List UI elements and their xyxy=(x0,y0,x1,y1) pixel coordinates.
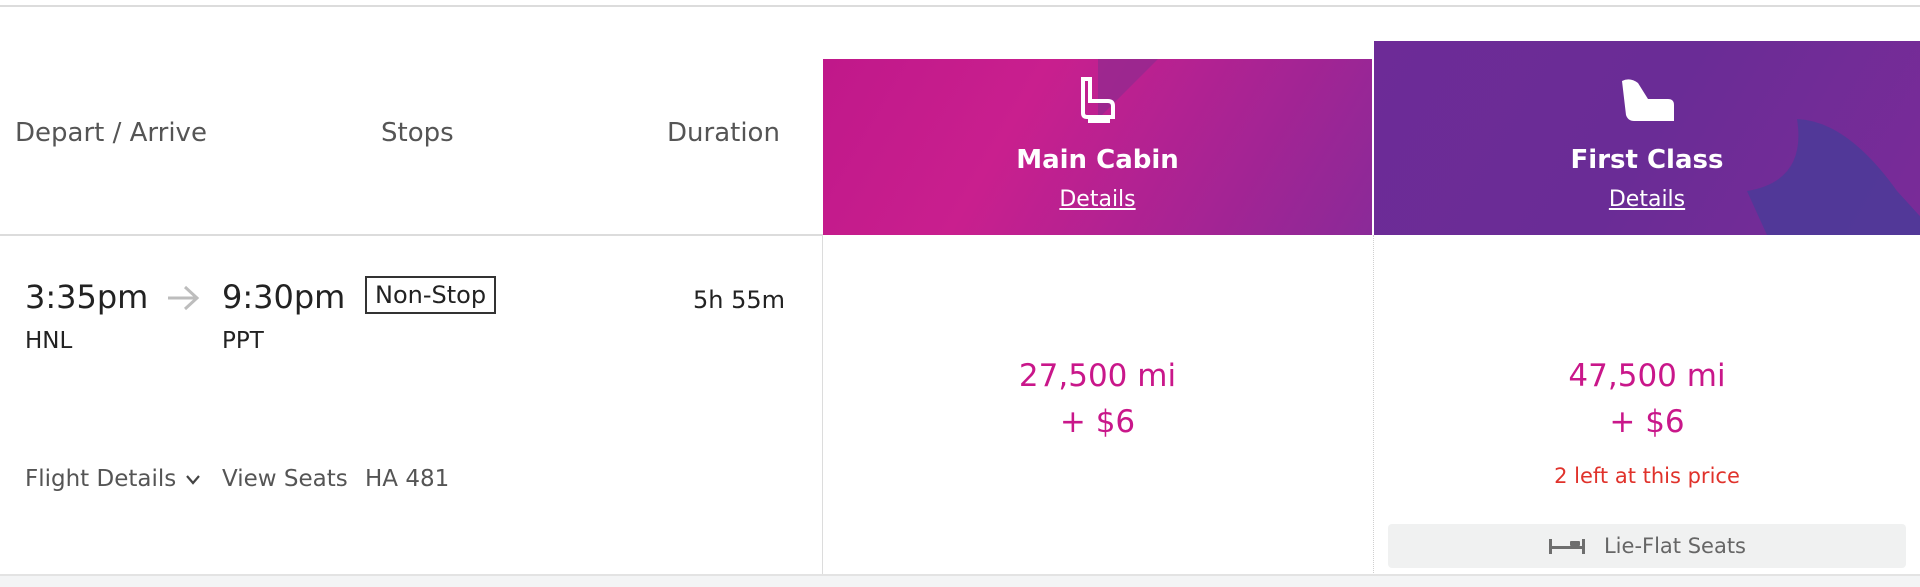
arrive-time: 9:30pm xyxy=(222,278,346,316)
chevron-down-icon xyxy=(185,474,200,485)
flight-details-toggle[interactable]: Flight Details xyxy=(25,466,200,492)
economy-seat-icon xyxy=(1080,77,1115,123)
main-cabin-fee: + $6 xyxy=(1059,404,1136,440)
depart-time: 3:35pm xyxy=(25,278,149,316)
arrow-right-icon xyxy=(168,285,200,311)
bottom-bar xyxy=(0,576,1920,587)
seats-left-notice: 2 left at this price xyxy=(1554,464,1740,488)
main-cabin-title: Main Cabin xyxy=(1016,145,1179,175)
header-depart-arrive: Depart / Arrive xyxy=(15,118,207,148)
view-seats-link[interactable]: View Seats xyxy=(222,466,348,492)
origin-airport: HNL xyxy=(25,328,73,354)
first-class-fee: + $6 xyxy=(1609,404,1685,440)
top-divider xyxy=(0,5,1920,7)
flight-number: HA 481 xyxy=(365,466,450,492)
main-cabin-miles: 27,500 mi xyxy=(1018,358,1177,394)
first-class-miles: 47,500 mi xyxy=(1568,358,1726,394)
header-divider xyxy=(0,234,823,236)
flight-duration: 5h 55m xyxy=(692,286,785,314)
first-class-details-link[interactable]: Details xyxy=(1374,187,1920,212)
bed-icon xyxy=(1548,539,1585,554)
lie-flat-badge: Lie-Flat Seats xyxy=(1388,524,1906,568)
lie-flat-label: Lie-Flat Seats xyxy=(1603,534,1747,558)
destination-airport: PPT xyxy=(222,328,264,354)
header-stops: Stops xyxy=(381,118,454,148)
first-class-seat-icon xyxy=(1622,79,1674,121)
main-cabin-details-link[interactable]: Details xyxy=(823,187,1372,212)
first-class-title: First Class xyxy=(1570,145,1724,175)
first-class-fare-cell[interactable]: 47,500 mi + $6 2 left at this price Lie-… xyxy=(1374,236,1920,574)
first-class-header: First Class Details xyxy=(1374,41,1920,235)
flight-details-label: Flight Details xyxy=(25,466,177,492)
stops-badge: Non-Stop xyxy=(365,276,497,314)
header-duration: Duration xyxy=(667,118,780,148)
main-cabin-header: Main Cabin Details xyxy=(823,59,1372,235)
main-cabin-fare-cell[interactable]: 27,500 mi + $6 xyxy=(823,236,1372,574)
